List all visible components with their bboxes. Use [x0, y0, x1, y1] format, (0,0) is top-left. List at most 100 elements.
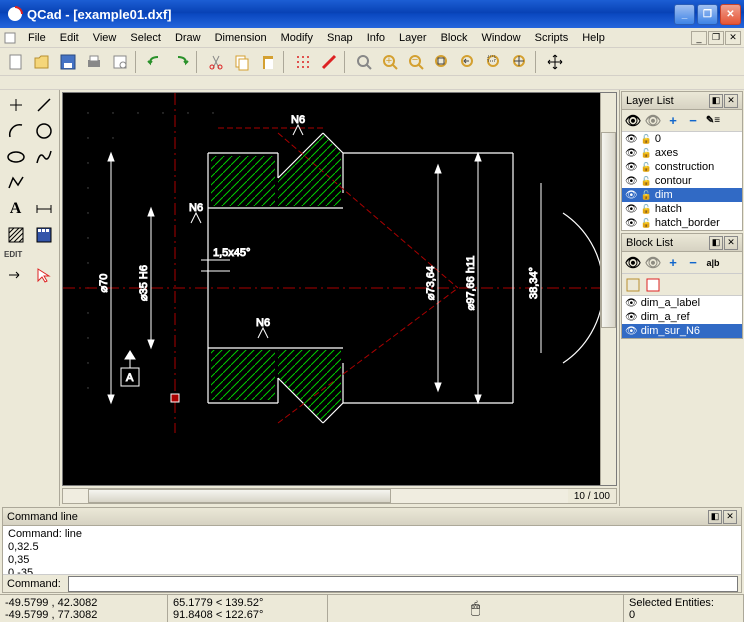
- add-block-icon[interactable]: +: [664, 254, 682, 272]
- new-icon[interactable]: [4, 50, 28, 74]
- arc-tool-icon[interactable]: [2, 118, 29, 143]
- dimension-tool-icon[interactable]: [30, 196, 57, 221]
- paste-icon[interactable]: [256, 50, 280, 74]
- horizontal-scrollbar[interactable]: 10 / 100: [62, 488, 617, 504]
- cut-icon[interactable]: [204, 50, 228, 74]
- drawing-canvas[interactable]: ⌀70 ⌀35 H6 ⌀73,64 ⌀97,66 h11 38,34° 1,5x…: [62, 92, 617, 486]
- layer-item[interactable]: 👁🔓dim: [622, 188, 742, 202]
- hide-all-blocks-icon[interactable]: 👁: [644, 254, 662, 272]
- zoom-in-icon[interactable]: +: [378, 50, 402, 74]
- menu-view[interactable]: View: [86, 30, 124, 46]
- zoom-window-icon[interactable]: [482, 50, 506, 74]
- zoom-pan-icon[interactable]: [508, 50, 532, 74]
- doc-close-button[interactable]: ✕: [725, 31, 741, 45]
- menu-dimension[interactable]: Dimension: [208, 30, 274, 46]
- save-icon[interactable]: [56, 50, 80, 74]
- selected-entities-label: Selected Entities:: [629, 597, 738, 609]
- move-icon[interactable]: [543, 50, 567, 74]
- ellipse-tool-icon[interactable]: [2, 144, 29, 169]
- open-icon[interactable]: [30, 50, 54, 74]
- remove-layer-icon[interactable]: −: [684, 112, 702, 130]
- show-all-blocks-icon[interactable]: 👁: [624, 254, 642, 272]
- hide-all-layers-icon[interactable]: 👁: [644, 112, 662, 130]
- layer-item[interactable]: 👁🔓hatch_border: [622, 216, 742, 230]
- remove-block-icon[interactable]: −: [684, 254, 702, 272]
- zoom-prev-icon[interactable]: [456, 50, 480, 74]
- command-prompt-label: Command:: [3, 578, 65, 590]
- zoom-redraw-icon[interactable]: [352, 50, 376, 74]
- panel-close-icon[interactable]: ✕: [724, 236, 738, 250]
- panel-close-icon[interactable]: ✕: [724, 94, 738, 108]
- menu-help[interactable]: Help: [575, 30, 612, 46]
- doc-minimize-button[interactable]: _: [691, 31, 707, 45]
- menu-select[interactable]: Select: [123, 30, 168, 46]
- menu-edit[interactable]: Edit: [53, 30, 86, 46]
- panel-undock-icon[interactable]: ◧: [708, 510, 722, 524]
- history-line: 0,-35: [8, 567, 736, 574]
- zoom-out-icon[interactable]: −: [404, 50, 428, 74]
- layer-name: dim: [655, 189, 673, 201]
- lock-icon: 🔓: [641, 176, 652, 187]
- edit-block-icon[interactable]: [624, 276, 642, 294]
- layer-item[interactable]: 👁🔓contour: [622, 174, 742, 188]
- panel-undock-icon[interactable]: ◧: [709, 94, 723, 108]
- layer-item[interactable]: 👁🔓0: [622, 132, 742, 146]
- eye-icon: 👁: [625, 312, 638, 323]
- menu-snap[interactable]: Snap: [320, 30, 360, 46]
- select-tool-icon[interactable]: [30, 262, 57, 287]
- polyline-tool-icon[interactable]: [2, 170, 29, 195]
- menu-info[interactable]: Info: [360, 30, 392, 46]
- back-tool-icon[interactable]: [2, 262, 29, 287]
- menu-file[interactable]: File: [21, 30, 53, 46]
- close-button[interactable]: ✕: [720, 4, 741, 25]
- block-item[interactable]: 👁dim_a_label: [622, 296, 742, 310]
- block-name: dim_a_label: [641, 297, 700, 309]
- menu-block[interactable]: Block: [434, 30, 475, 46]
- print-preview-icon[interactable]: [108, 50, 132, 74]
- menu-scripts[interactable]: Scripts: [528, 30, 576, 46]
- app-icon: [7, 6, 23, 22]
- eye-icon: 👁: [625, 190, 638, 201]
- spline-tool-icon[interactable]: [30, 144, 57, 169]
- undo-icon[interactable]: [143, 50, 167, 74]
- layer-name: hatch: [655, 203, 682, 215]
- menu-layer[interactable]: Layer: [392, 30, 434, 46]
- block-name: dim_a_ref: [641, 311, 690, 323]
- print-icon[interactable]: [82, 50, 106, 74]
- minimize-button[interactable]: _: [674, 4, 695, 25]
- draft-icon[interactable]: [317, 50, 341, 74]
- layer-item[interactable]: 👁🔓axes: [622, 146, 742, 160]
- circle-tool-icon[interactable]: [30, 118, 57, 143]
- copy-icon[interactable]: [230, 50, 254, 74]
- menu-window[interactable]: Window: [474, 30, 527, 46]
- redo-icon[interactable]: [169, 50, 193, 74]
- menu-modify[interactable]: Modify: [274, 30, 320, 46]
- panel-undock-icon[interactable]: ◧: [709, 236, 723, 250]
- layer-name: 0: [655, 133, 661, 145]
- point-tool-icon[interactable]: [2, 92, 29, 117]
- layer-item[interactable]: 👁🔓hatch: [622, 202, 742, 216]
- hatch-tool-icon[interactable]: [2, 222, 29, 247]
- grid-icon[interactable]: [291, 50, 315, 74]
- separator: [283, 51, 288, 73]
- doc-restore-button[interactable]: ❐: [708, 31, 724, 45]
- line-tool-icon[interactable]: [30, 92, 57, 117]
- rename-block-icon[interactable]: a|b: [704, 254, 722, 272]
- vertical-scrollbar[interactable]: [600, 93, 616, 485]
- panel-close-icon[interactable]: ✕: [723, 510, 737, 524]
- maximize-button[interactable]: ❐: [697, 4, 718, 25]
- add-layer-icon[interactable]: +: [664, 112, 682, 130]
- show-all-layers-icon[interactable]: 👁: [624, 112, 642, 130]
- command-input[interactable]: [68, 576, 738, 592]
- block-item[interactable]: 👁dim_sur_N6: [622, 324, 742, 338]
- insert-block-icon[interactable]: [644, 276, 662, 294]
- edit-layer-icon[interactable]: ✎≡: [704, 112, 722, 130]
- menu-draw[interactable]: Draw: [168, 30, 208, 46]
- block-item[interactable]: 👁dim_a_ref: [622, 310, 742, 324]
- text-tool-icon[interactable]: A: [2, 196, 29, 221]
- eye-icon: 👁: [625, 204, 638, 215]
- layer-item[interactable]: 👁🔓construction: [622, 160, 742, 174]
- image-tool-icon[interactable]: [30, 222, 57, 247]
- zoom-auto-icon[interactable]: [430, 50, 454, 74]
- svg-text:N6: N6: [256, 317, 270, 329]
